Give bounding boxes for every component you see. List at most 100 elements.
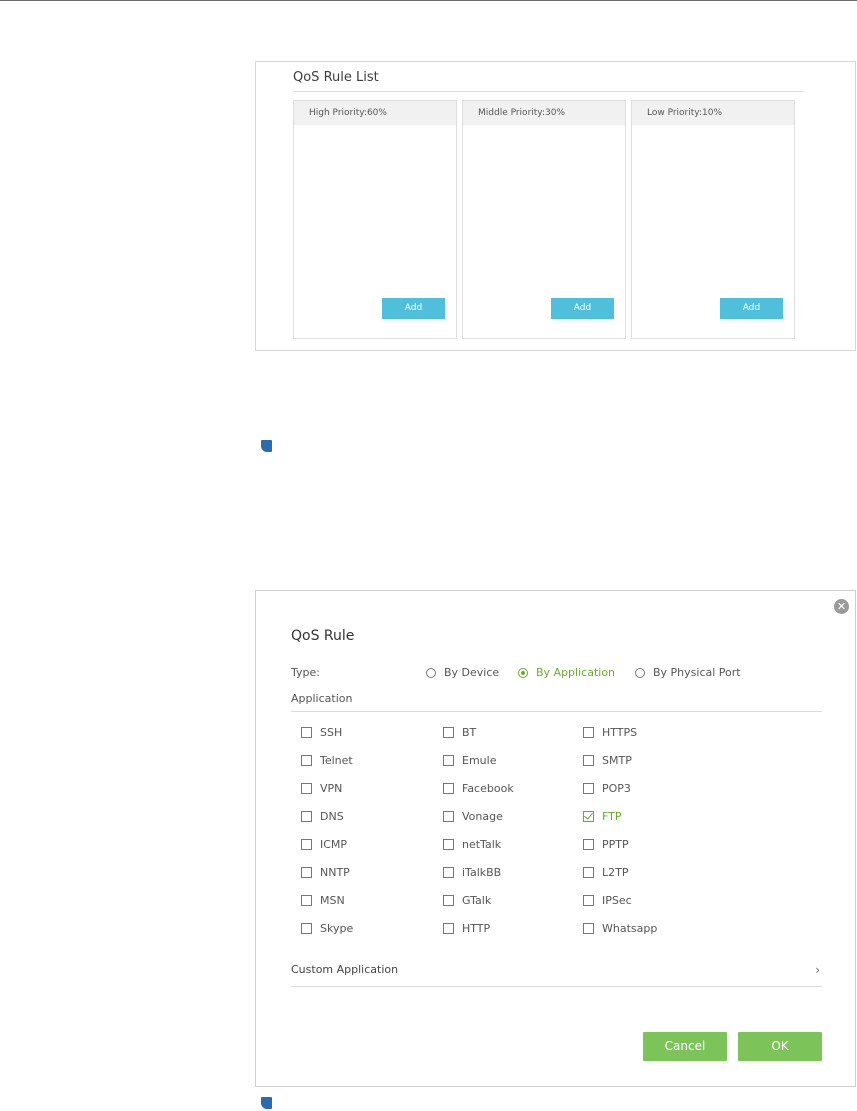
note-icon bbox=[261, 440, 272, 452]
checkbox-label: Emule bbox=[462, 754, 497, 767]
checkbox-label: HTTP bbox=[462, 922, 491, 935]
checkbox-ssh[interactable]: SSH bbox=[301, 726, 342, 739]
checkbox-icon bbox=[583, 811, 594, 822]
radio-by-application[interactable]: By Application bbox=[518, 666, 615, 679]
checkbox-pptp[interactable]: PPTP bbox=[583, 838, 629, 851]
priority-column-high: High Priority:60% Add bbox=[293, 100, 457, 339]
add-low-priority-button[interactable]: Add bbox=[720, 298, 783, 319]
checkbox-label: MSN bbox=[320, 894, 345, 907]
priority-column-header: Low Priority:10% bbox=[632, 101, 794, 125]
note-icon bbox=[261, 1097, 272, 1109]
checkbox-label: IPSec bbox=[602, 894, 632, 907]
checkbox-l2tp[interactable]: L2TP bbox=[583, 866, 628, 879]
checkbox-icon bbox=[443, 783, 454, 794]
application-divider bbox=[291, 711, 822, 712]
checkbox-vonage[interactable]: Vonage bbox=[443, 810, 503, 823]
checkbox-whatsapp[interactable]: Whatsapp bbox=[583, 922, 657, 935]
checkbox-icon bbox=[583, 923, 594, 934]
checkbox-icon bbox=[583, 727, 594, 738]
custom-application-label: Custom Application bbox=[291, 963, 399, 976]
checkbox-icon bbox=[301, 867, 312, 878]
checkbox-italkbb[interactable]: iTalkBB bbox=[443, 866, 501, 879]
radio-label: By Application bbox=[536, 666, 616, 679]
checkbox-label: Telnet bbox=[320, 754, 353, 767]
add-high-priority-button[interactable]: Add bbox=[382, 298, 445, 319]
custom-application-divider bbox=[291, 986, 822, 987]
checkbox-icon bbox=[443, 867, 454, 878]
radio-by-device[interactable]: By Device bbox=[426, 666, 499, 679]
checkbox-icon bbox=[301, 839, 312, 850]
checkbox-nntp[interactable]: NNTP bbox=[301, 866, 350, 879]
checkbox-label: BT bbox=[462, 726, 477, 739]
checkbox-label: ICMP bbox=[320, 838, 348, 851]
checkbox-emule[interactable]: Emule bbox=[443, 754, 496, 767]
radio-label: By Device bbox=[444, 666, 500, 679]
checkbox-telnet[interactable]: Telnet bbox=[301, 754, 353, 767]
custom-application-row[interactable]: Custom Application › bbox=[291, 963, 822, 985]
application-label: Application bbox=[291, 692, 353, 705]
checkbox-icon bbox=[443, 895, 454, 906]
top-rule bbox=[0, 0, 857, 1]
checkbox-dns[interactable]: DNS bbox=[301, 810, 344, 823]
checkbox-smtp[interactable]: SMTP bbox=[583, 754, 632, 767]
priority-column-middle: Middle Priority:30% Add bbox=[462, 100, 626, 339]
checkbox-label: FTP bbox=[602, 810, 622, 823]
checkbox-icon bbox=[443, 811, 454, 822]
checkbox-label: NNTP bbox=[320, 866, 350, 879]
checkbox-icmp[interactable]: ICMP bbox=[301, 838, 347, 851]
qos-rule-list-title: QoS Rule List bbox=[293, 70, 379, 85]
checkbox-label: Whatsapp bbox=[602, 922, 658, 935]
checkbox-http[interactable]: HTTP bbox=[443, 922, 490, 935]
cancel-button[interactable]: Cancel bbox=[643, 1032, 727, 1061]
checkbox-label: HTTPS bbox=[602, 726, 638, 739]
checkbox-icon bbox=[583, 895, 594, 906]
checkbox-label: PPTP bbox=[602, 838, 629, 851]
checkbox-label: Skype bbox=[320, 922, 354, 935]
checkbox-icon bbox=[301, 783, 312, 794]
checkbox-icon bbox=[443, 755, 454, 766]
checkbox-label: iTalkBB bbox=[462, 866, 502, 879]
checkbox-icon bbox=[301, 727, 312, 738]
checkbox-pop3[interactable]: POP3 bbox=[583, 782, 631, 795]
close-icon[interactable]: ✕ bbox=[834, 599, 849, 614]
priority-column-low: Low Priority:10% Add bbox=[631, 100, 795, 339]
checkbox-vpn[interactable]: VPN bbox=[301, 782, 342, 795]
checkbox-icon bbox=[443, 727, 454, 738]
checkbox-icon bbox=[301, 811, 312, 822]
checkbox-icon bbox=[443, 839, 454, 850]
priority-column-header: High Priority:60% bbox=[294, 101, 456, 125]
radio-label: By Physical Port bbox=[653, 666, 741, 679]
checkbox-icon bbox=[583, 867, 594, 878]
checkbox-icon bbox=[583, 839, 594, 850]
checkbox-ipsec[interactable]: IPSec bbox=[583, 894, 632, 907]
checkbox-label: DNS bbox=[320, 810, 344, 823]
checkbox-https[interactable]: HTTPS bbox=[583, 726, 637, 739]
priority-column-header: Middle Priority:30% bbox=[463, 101, 625, 125]
checkbox-icon bbox=[301, 923, 312, 934]
checkbox-ftp[interactable]: FTP bbox=[583, 810, 622, 823]
checkbox-bt[interactable]: BT bbox=[443, 726, 476, 739]
checkbox-label: Facebook bbox=[462, 782, 514, 795]
ok-button[interactable]: OK bbox=[738, 1032, 822, 1061]
dialog-title: QoS Rule bbox=[291, 628, 355, 644]
checkbox-icon bbox=[301, 755, 312, 766]
checkbox-label: POP3 bbox=[602, 782, 631, 795]
radio-icon bbox=[518, 667, 528, 678]
radio-by-physical-port[interactable]: By Physical Port bbox=[635, 666, 741, 679]
add-middle-priority-button[interactable]: Add bbox=[551, 298, 614, 319]
qos-rule-list-panel: QoS Rule List High Priority:60% Add Midd… bbox=[255, 61, 856, 351]
chevron-right-icon: › bbox=[815, 963, 820, 977]
checkbox-gtalk[interactable]: GTalk bbox=[443, 894, 491, 907]
radio-icon bbox=[426, 667, 436, 678]
checkbox-msn[interactable]: MSN bbox=[301, 894, 345, 907]
checkbox-label: SMTP bbox=[602, 754, 632, 767]
checkbox-skype[interactable]: Skype bbox=[301, 922, 353, 935]
checkbox-label: L2TP bbox=[602, 866, 629, 879]
type-label: Type: bbox=[291, 666, 320, 679]
title-divider bbox=[293, 91, 804, 92]
checkbox-nettalk[interactable]: netTalk bbox=[443, 838, 501, 851]
checkbox-label: GTalk bbox=[462, 894, 492, 907]
checkbox-label: SSH bbox=[320, 726, 343, 739]
checkbox-facebook[interactable]: Facebook bbox=[443, 782, 514, 795]
qos-rule-dialog: ✕ QoS Rule Type: By Device By Applicatio… bbox=[255, 590, 856, 1087]
